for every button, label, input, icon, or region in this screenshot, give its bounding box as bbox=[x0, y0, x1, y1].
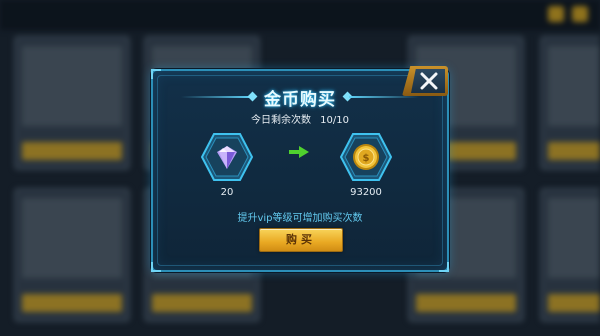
remaining-label: 今日剩余次数 bbox=[250, 115, 311, 126]
corner-decoration bbox=[151, 262, 161, 272]
corner-decoration bbox=[439, 262, 449, 272]
remaining-value: 10/10 bbox=[320, 115, 349, 126]
diamond-icon bbox=[200, 133, 254, 181]
vip-hint: 提升vip等级可增加购买次数 bbox=[237, 213, 363, 224]
buy-button[interactable]: 购买 bbox=[259, 228, 343, 252]
remaining-count: 今日剩余次数 10/10 bbox=[153, 111, 447, 126]
svg-text:$: $ bbox=[363, 153, 370, 164]
dialog-title: 金币购买 bbox=[264, 90, 336, 110]
reward-amount: 93200 bbox=[350, 187, 382, 198]
cost-slot bbox=[200, 131, 254, 183]
corner-decoration bbox=[151, 69, 161, 79]
title-ornament bbox=[247, 91, 258, 102]
cost-amount: 20 bbox=[220, 187, 234, 198]
title-divider bbox=[349, 96, 419, 98]
dialog-header: 金币购买 bbox=[153, 85, 447, 110]
arrow-right-icon bbox=[289, 146, 309, 158]
gold-purchase-dialog: 金币购买 今日剩余次数 10/10 20 $ 93200 提升vip等级可增加购… bbox=[151, 69, 449, 272]
gold-coin-icon: $ bbox=[339, 133, 393, 181]
close-icon bbox=[420, 72, 438, 90]
reward-slot: $ bbox=[339, 131, 393, 183]
title-divider bbox=[181, 96, 251, 98]
